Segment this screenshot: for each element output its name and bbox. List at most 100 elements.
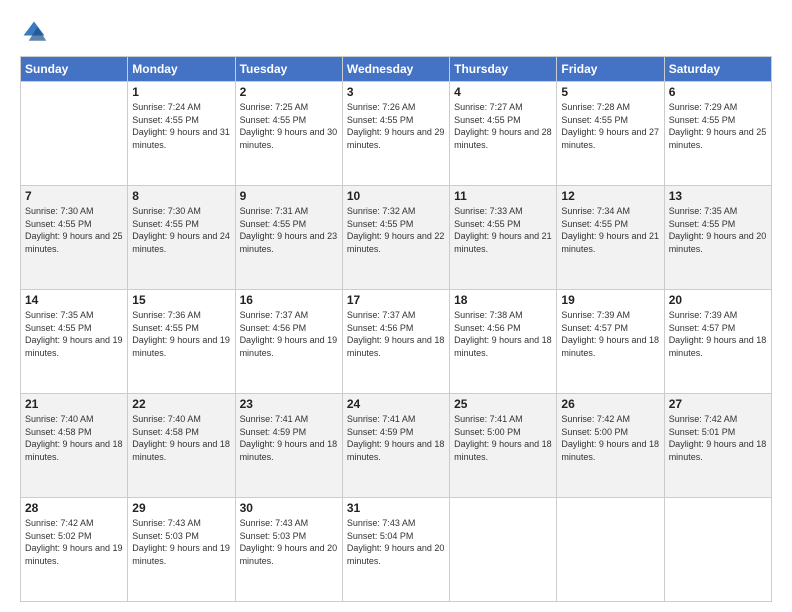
calendar-cell: 19 Sunrise: 7:39 AMSunset: 4:57 PMDayligh… (557, 290, 664, 394)
sunrise-text: Sunrise: 7:25 AM (240, 101, 338, 114)
calendar-cell: 18Sunrise: 7:38 AMSunset: 4:56 PMDayligh… (450, 290, 557, 394)
sunrise-text: Sunrise: 7:41 AM (347, 413, 445, 426)
day-number: 24 (347, 397, 445, 411)
calendar-cell: 15Sunrise: 7:36 AMSunset: 4:55 PMDayligh… (128, 290, 235, 394)
day-number: 22 (132, 397, 230, 411)
day-number: 11 (454, 189, 552, 203)
day-number: 3 (347, 85, 445, 99)
calendar-cell: 26Sunrise: 7:42 AMSunset: 5:00 PMDayligh… (557, 394, 664, 498)
day-number: 13 (669, 189, 767, 203)
daylight-text: Daylight: 9 hours and 18 minutes. (669, 438, 767, 463)
calendar-cell: 2Sunrise: 7:25 AMSunset: 4:55 PMDaylight… (235, 82, 342, 186)
sunset-text: Sunset: 4:56 PM (347, 322, 445, 335)
daylight-text: Daylight: 9 hours and 21 minutes. (561, 230, 659, 255)
day-header-tuesday: Tuesday (235, 57, 342, 82)
calendar-cell: 24Sunrise: 7:41 AMSunset: 4:59 PMDayligh… (342, 394, 449, 498)
day-info: Sunrise: 7:35 AMSunset: 4:55 PMDaylight:… (669, 205, 767, 255)
daylight-text: Daylight: 9 hours and 20 minutes. (669, 230, 767, 255)
calendar-cell: 7Sunrise: 7:30 AMSunset: 4:55 PMDaylight… (21, 186, 128, 290)
calendar-cell: 27Sunrise: 7:42 AMSunset: 5:01 PMDayligh… (664, 394, 771, 498)
calendar-cell: 12 Sunrise: 7:34 AMSunset: 4:55 PMDayligh… (557, 186, 664, 290)
sunset-text: Sunset: 4:55 PM (454, 218, 552, 231)
sunrise-text: Sunrise: 7:40 AM (132, 413, 230, 426)
daylight-text: Daylight: 9 hours and 27 minutes. (561, 126, 659, 151)
sunrise-text: Sunrise: 7:27 AM (454, 101, 552, 114)
day-info: Sunrise: 7:26 AMSunset: 4:55 PMDaylight:… (347, 101, 445, 151)
day-number: 17 (347, 293, 445, 307)
calendar-cell: 23Sunrise: 7:41 AMSunset: 4:59 PMDayligh… (235, 394, 342, 498)
sunset-text: Sunset: 4:55 PM (347, 218, 445, 231)
sunrise-text: Sunrise: 7:34 AM (561, 205, 659, 218)
sunrise-text: Sunrise: 7:37 AM (240, 309, 338, 322)
day-header-wednesday: Wednesday (342, 57, 449, 82)
daylight-text: Daylight: 9 hours and 18 minutes. (454, 334, 552, 359)
day-number: 28 (25, 501, 123, 515)
daylight-text: Daylight: 9 hours and 28 minutes. (454, 126, 552, 151)
sunrise-text: Sunrise: 7:35 AM (669, 205, 767, 218)
day-number: 26 (561, 397, 659, 411)
sunset-text: Sunset: 4:55 PM (347, 114, 445, 127)
sunset-text: Sunset: 4:56 PM (240, 322, 338, 335)
calendar-week-row: 1Sunrise: 7:24 AMSunset: 4:55 PMDaylight… (21, 82, 772, 186)
daylight-text: Daylight: 9 hours and 25 minutes. (25, 230, 123, 255)
sunset-text: Sunset: 4:59 PM (347, 426, 445, 439)
sunset-text: Sunset: 5:02 PM (25, 530, 123, 543)
day-info: Sunrise: 7:34 AMSunset: 4:55 PMDaylight:… (561, 205, 659, 255)
sunrise-text: Sunrise: 7:24 AM (132, 101, 230, 114)
day-info: Sunrise: 7:43 AMSunset: 5:03 PMDaylight:… (240, 517, 338, 567)
sunset-text: Sunset: 4:58 PM (25, 426, 123, 439)
sunrise-text: Sunrise: 7:42 AM (669, 413, 767, 426)
sunset-text: Sunset: 4:55 PM (561, 218, 659, 231)
day-info: Sunrise: 7:37 AMSunset: 4:56 PMDaylight:… (347, 309, 445, 359)
day-number: 27 (669, 397, 767, 411)
calendar-cell: 30 Sunrise: 7:43 AMSunset: 5:03 PMDayligh… (235, 498, 342, 602)
day-number: 31 (347, 501, 445, 515)
day-info: Sunrise: 7:39 AMSunset: 4:57 PMDaylight:… (561, 309, 659, 359)
day-info: Sunrise: 7:35 AMSunset: 4:55 PMDaylight:… (25, 309, 123, 359)
sunset-text: Sunset: 5:04 PM (347, 530, 445, 543)
day-number: 12 (561, 189, 659, 203)
calendar-cell: 29Sunrise: 7:43 AMSunset: 5:03 PMDayligh… (128, 498, 235, 602)
day-info: Sunrise: 7:41 AMSunset: 4:59 PMDaylight:… (240, 413, 338, 463)
day-info: Sunrise: 7:30 AMSunset: 4:55 PMDaylight:… (25, 205, 123, 255)
day-number: 19 (561, 293, 659, 307)
day-info: Sunrise: 7:43 AMSunset: 5:04 PMDaylight:… (347, 517, 445, 567)
sunset-text: Sunset: 4:55 PM (132, 114, 230, 127)
daylight-text: Daylight: 9 hours and 23 minutes. (240, 230, 338, 255)
daylight-text: Daylight: 9 hours and 18 minutes. (132, 438, 230, 463)
calendar-cell: 4Sunrise: 7:27 AMSunset: 4:55 PMDaylight… (450, 82, 557, 186)
day-number: 25 (454, 397, 552, 411)
sunset-text: Sunset: 4:55 PM (240, 114, 338, 127)
daylight-text: Daylight: 9 hours and 24 minutes. (132, 230, 230, 255)
calendar-cell: 31 Sunrise: 7:43 AMSunset: 5:04 PMDayligh… (342, 498, 449, 602)
sunset-text: Sunset: 4:55 PM (132, 218, 230, 231)
daylight-text: Daylight: 9 hours and 19 minutes. (132, 542, 230, 567)
calendar-table: SundayMondayTuesdayWednesdayThursdayFrid… (20, 56, 772, 602)
calendar-cell (557, 498, 664, 602)
calendar-week-row: 14 Sunrise: 7:35 AMSunset: 4:55 PMDayligh… (21, 290, 772, 394)
sunrise-text: Sunrise: 7:36 AM (132, 309, 230, 322)
calendar-cell: 22Sunrise: 7:40 AMSunset: 4:58 PMDayligh… (128, 394, 235, 498)
daylight-text: Daylight: 9 hours and 25 minutes. (669, 126, 767, 151)
day-info: Sunrise: 7:31 AMSunset: 4:55 PMDaylight:… (240, 205, 338, 255)
daylight-text: Daylight: 9 hours and 19 minutes. (25, 542, 123, 567)
day-number: 16 (240, 293, 338, 307)
day-number: 14 (25, 293, 123, 307)
daylight-text: Daylight: 9 hours and 22 minutes. (347, 230, 445, 255)
day-info: Sunrise: 7:25 AMSunset: 4:55 PMDaylight:… (240, 101, 338, 151)
day-info: Sunrise: 7:43 AMSunset: 5:03 PMDaylight:… (132, 517, 230, 567)
calendar-week-row: 7Sunrise: 7:30 AMSunset: 4:55 PMDaylight… (21, 186, 772, 290)
day-info: Sunrise: 7:42 AMSunset: 5:02 PMDaylight:… (25, 517, 123, 567)
day-number: 30 (240, 501, 338, 515)
calendar-week-row: 21Sunrise: 7:40 AMSunset: 4:58 PMDayligh… (21, 394, 772, 498)
day-header-thursday: Thursday (450, 57, 557, 82)
sunrise-text: Sunrise: 7:43 AM (132, 517, 230, 530)
calendar-cell: 5Sunrise: 7:28 AMSunset: 4:55 PMDaylight… (557, 82, 664, 186)
day-header-sunday: Sunday (21, 57, 128, 82)
daylight-text: Daylight: 9 hours and 31 minutes. (132, 126, 230, 151)
daylight-text: Daylight: 9 hours and 30 minutes. (240, 126, 338, 151)
day-info: Sunrise: 7:32 AMSunset: 4:55 PMDaylight:… (347, 205, 445, 255)
sunrise-text: Sunrise: 7:40 AM (25, 413, 123, 426)
daylight-text: Daylight: 9 hours and 18 minutes. (561, 438, 659, 463)
calendar-cell: 6Sunrise: 7:29 AMSunset: 4:55 PMDaylight… (664, 82, 771, 186)
